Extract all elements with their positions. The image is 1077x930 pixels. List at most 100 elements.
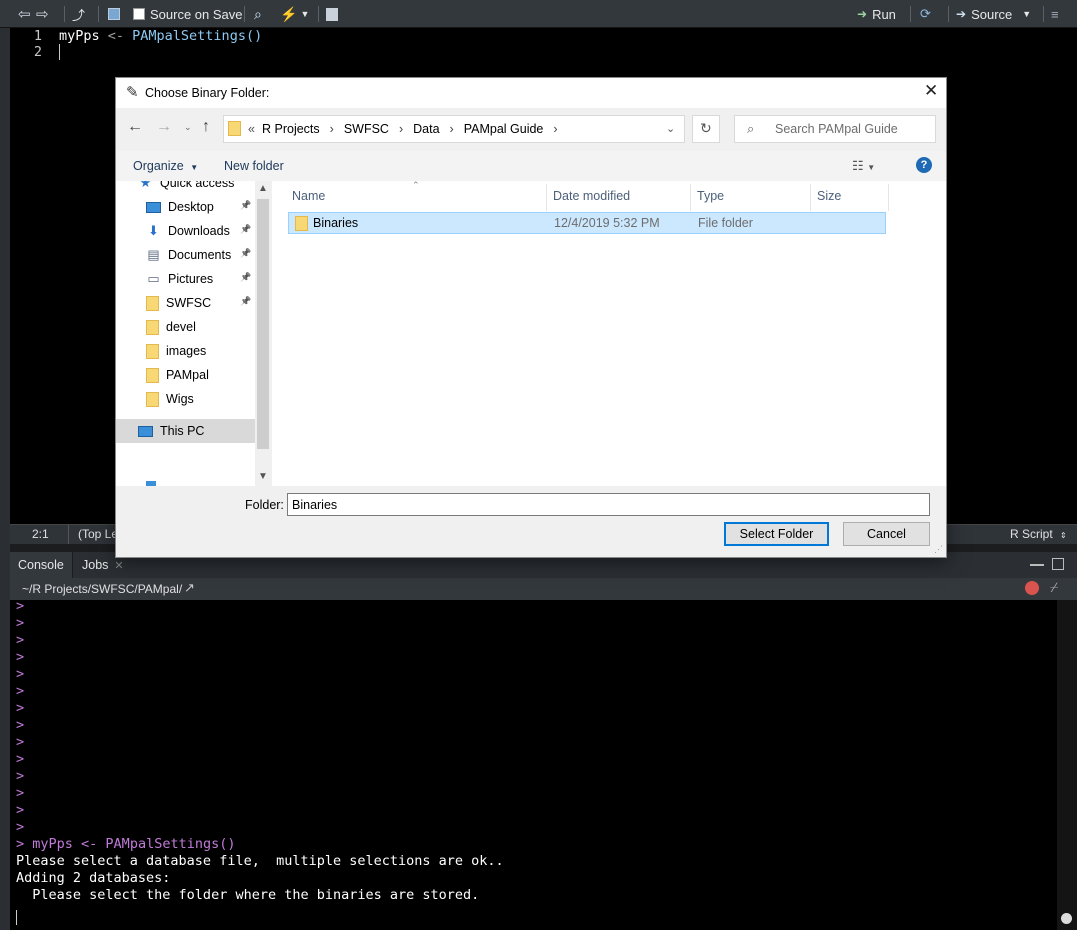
column-divider[interactable] xyxy=(690,184,691,211)
run-icon: ➜ xyxy=(857,7,868,21)
forward-arrow-icon[interactable]: → xyxy=(156,118,172,136)
nav-item-this-pc[interactable]: This PC xyxy=(138,420,204,442)
folder-input[interactable] xyxy=(287,493,930,516)
checkbox-icon xyxy=(133,8,145,20)
outline-button[interactable]: ≡ xyxy=(1051,4,1059,24)
nav-item-desktop[interactable]: Desktop xyxy=(146,196,214,218)
nav-item-label: images xyxy=(166,344,207,358)
breadcrumb-segment[interactable]: SWFSC xyxy=(344,122,389,136)
nav-item-wigs[interactable]: Wigs xyxy=(146,388,194,410)
new-folder-button[interactable]: New folder xyxy=(224,159,284,173)
go-to-directory-icon[interactable]: ↗ xyxy=(184,580,195,596)
minimize-pane-icon[interactable] xyxy=(1030,560,1044,566)
nav-item-label: devel xyxy=(166,320,196,334)
select-folder-button[interactable]: Select Folder xyxy=(724,522,829,546)
view-options-icon[interactable]: ☷ ▼ xyxy=(852,158,875,174)
nav-item-images[interactable]: images xyxy=(146,340,206,362)
maximize-pane-icon[interactable] xyxy=(1052,558,1064,570)
breadcrumb-chevron-icon[interactable]: › xyxy=(330,122,334,136)
folder-icon xyxy=(146,295,159,311)
file-type-selector[interactable]: R Script ⇕ xyxy=(1010,527,1067,541)
source-button[interactable]: ➔ Source ▼ xyxy=(956,4,1031,24)
recent-locations-icon[interactable]: ⌄ xyxy=(184,122,192,133)
scope-indicator[interactable]: (Top Le xyxy=(78,527,118,541)
pin-icon[interactable]: 📌 xyxy=(240,272,251,282)
line-number: 1 xyxy=(33,28,42,44)
nav-item-devel[interactable]: devel xyxy=(146,316,196,338)
pin-icon[interactable]: 📌 xyxy=(240,200,251,210)
breadcrumb-segment[interactable]: PAMpal Guide xyxy=(464,122,544,136)
folder-icon xyxy=(146,367,159,383)
column-divider[interactable] xyxy=(888,184,889,211)
address-bar[interactable]: « R Projects › SWFSC › Data › PAMpal Guide › ⌄ xyxy=(223,115,685,143)
scroll-thumb[interactable] xyxy=(257,199,269,449)
command-bar: Organize ▼ New folder ☷ ▼ ? xyxy=(116,151,946,181)
column-header[interactable]: Name xyxy=(292,189,325,203)
console-scrollbar[interactable] xyxy=(1057,600,1077,930)
broom-icon[interactable]: ⌿ xyxy=(1050,579,1058,596)
feather-icon: ✎ xyxy=(126,84,139,101)
breadcrumb-chevron-icon[interactable]: › xyxy=(450,122,454,136)
back-arrow-icon[interactable]: ← xyxy=(127,118,143,136)
back-button[interactable]: ⇦ xyxy=(18,4,31,24)
run-button[interactable]: ➜ Run xyxy=(857,4,896,24)
source-label: Source xyxy=(971,6,1013,22)
organize-menu[interactable]: Organize ▼ xyxy=(133,159,198,173)
forward-button[interactable]: ⇨ xyxy=(36,4,49,24)
code-tools-button[interactable]: ⚡ ▼ xyxy=(280,4,309,24)
stop-icon[interactable] xyxy=(1025,581,1039,595)
nav-item-label: Wigs xyxy=(166,392,194,406)
scroll-down-icon[interactable]: ▼ xyxy=(258,471,268,482)
tab-console[interactable]: Console xyxy=(10,552,73,578)
file-row[interactable]: Binaries 12/4/2019 5:32 PM File folder xyxy=(288,212,886,234)
refresh-button[interactable]: ↻ xyxy=(692,115,720,143)
pin-icon[interactable]: 📌 xyxy=(240,248,251,258)
dialog-titlebar[interactable]: ✎ Choose Binary Folder: ✕ xyxy=(116,78,946,108)
scroll-thumb[interactable] xyxy=(1061,913,1072,924)
console-output-line: Adding 2 databases: xyxy=(16,870,171,886)
rerun-button[interactable]: ⟳ xyxy=(920,4,931,24)
close-icon[interactable]: ✕ xyxy=(114,559,123,572)
code-line[interactable]: myPps <- PAMpalSettings() xyxy=(59,28,262,44)
pin-icon[interactable]: 📌 xyxy=(240,224,251,234)
cursor-position: 2:1 xyxy=(32,527,49,541)
breadcrumb-chevron-icon[interactable]: › xyxy=(553,122,557,136)
breadcrumb-overflow[interactable]: « xyxy=(248,122,255,136)
breadcrumb-chevron-icon[interactable]: › xyxy=(399,122,403,136)
save-button[interactable] xyxy=(108,4,120,24)
breadcrumb-segment[interactable]: Data xyxy=(413,122,439,136)
nav-item-pictures[interactable]: ▭ Pictures xyxy=(146,268,213,290)
console-output-line: Please select a database file, multiple … xyxy=(16,853,504,869)
column-header[interactable]: Date modified xyxy=(553,189,630,203)
nav-item-pampal[interactable]: PAMpal xyxy=(146,364,209,386)
cancel-button[interactable]: Cancel xyxy=(843,522,930,546)
nav-item-quick-access[interactable]: ★ Quick access xyxy=(138,181,235,194)
find-button[interactable]: ⌕ xyxy=(254,4,262,24)
column-divider[interactable] xyxy=(810,184,811,211)
scroll-up-icon[interactable]: ▲ xyxy=(258,183,268,194)
search-box[interactable]: ⌕ Search PAMpal Guide xyxy=(734,115,936,143)
close-icon[interactable]: ✕ xyxy=(924,81,938,101)
nav-item-downloads[interactable]: ⬇ Downloads xyxy=(146,220,230,242)
column-header[interactable]: Size xyxy=(817,189,841,203)
up-arrow-icon[interactable]: ↑ xyxy=(202,118,210,136)
editor-toolbar: ⇦ ⇨ ⤴ Source on Save ⌕ ⚡ ▼ ➜ Run ⟳ ➔ Sour… xyxy=(0,0,1077,28)
line-number: 2 xyxy=(33,44,42,60)
source-on-save-checkbox[interactable]: Source on Save xyxy=(133,4,243,24)
nav-item-swfsc[interactable]: SWFSC xyxy=(146,292,211,314)
console-prompt-line: > xyxy=(16,666,25,682)
help-icon[interactable]: ? xyxy=(916,157,932,173)
compile-report-button[interactable] xyxy=(326,4,338,24)
working-directory[interactable]: ~/R Projects/SWFSC/PAMpal/ xyxy=(22,582,182,596)
chevron-down-icon[interactable]: ⌄ xyxy=(666,122,675,135)
nav-item-documents[interactable]: ▤ Documents xyxy=(146,244,231,266)
resize-grip-icon[interactable]: ⋰ xyxy=(934,544,943,555)
pin-icon[interactable]: 📌 xyxy=(240,296,251,306)
breadcrumb-segment[interactable]: R Projects xyxy=(262,122,320,136)
show-in-window-button[interactable]: ⤴ xyxy=(72,4,85,24)
tab-jobs-label: Jobs xyxy=(82,558,109,572)
popout-icon: ⤴ xyxy=(72,7,86,23)
column-header[interactable]: Type xyxy=(697,189,724,203)
column-divider[interactable] xyxy=(546,184,547,211)
navigation-scrollbar[interactable]: ▲ ▼ xyxy=(255,181,271,486)
